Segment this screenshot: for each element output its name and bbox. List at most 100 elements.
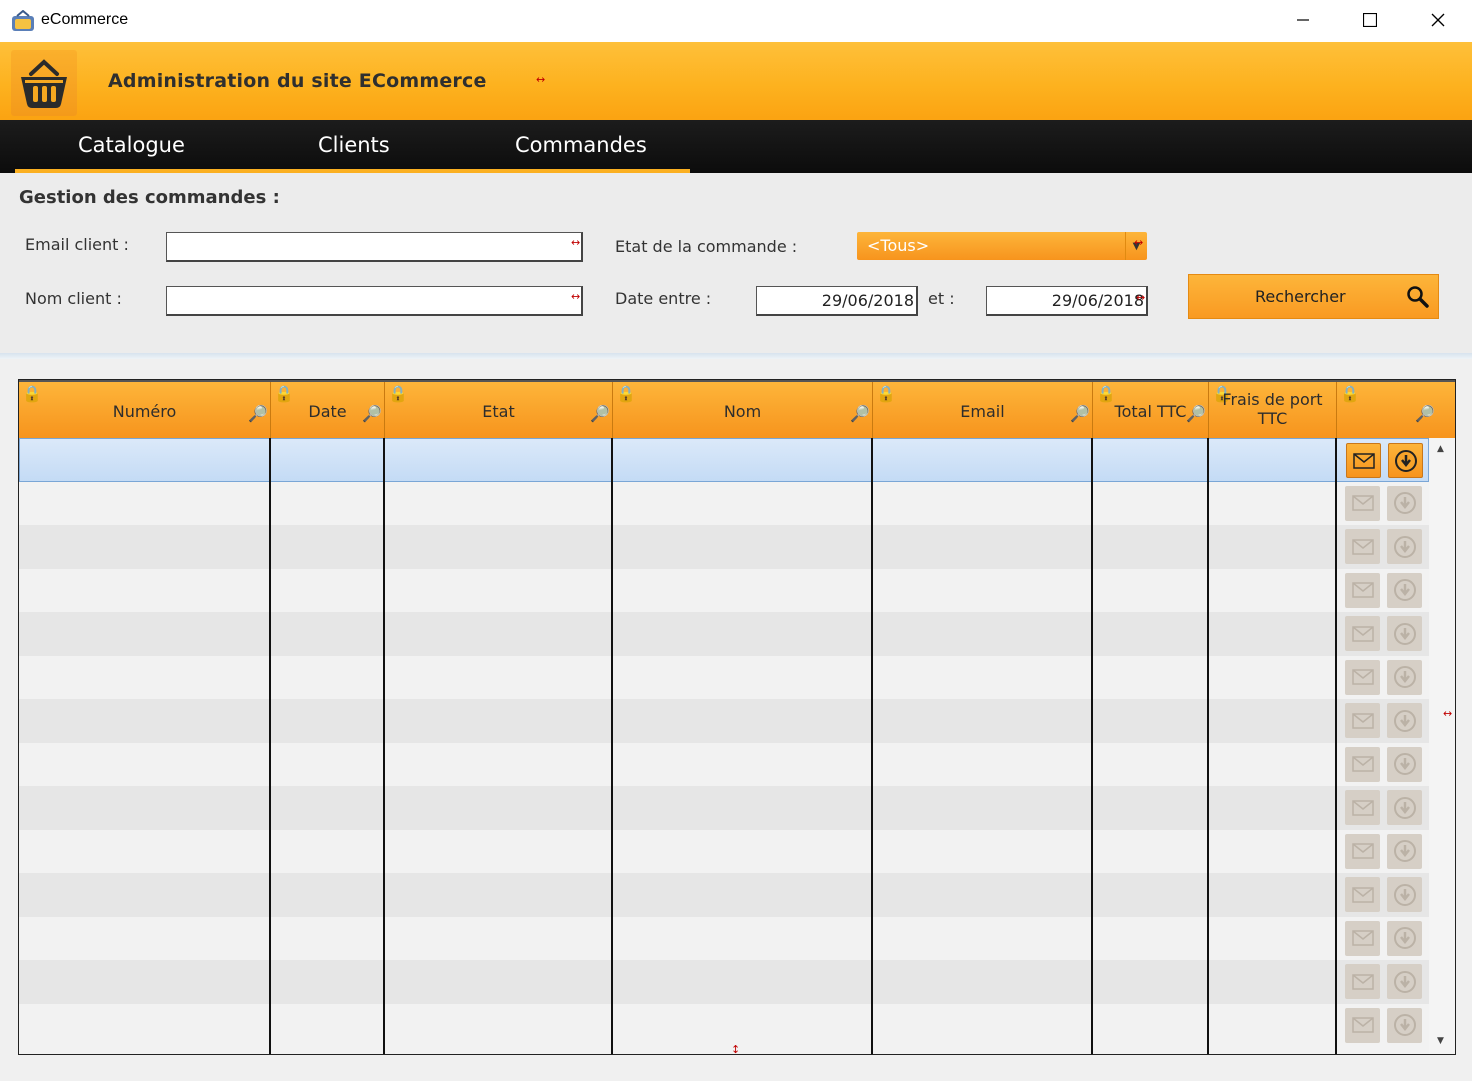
table-row[interactable] [19,873,1429,917]
scroll-up-icon[interactable]: ▲ [1437,444,1444,454]
download-circle-icon[interactable] [1387,746,1422,782]
row-actions [1338,439,1429,483]
date-to-field[interactable]: 29/06/2018 [986,286,1148,316]
download-circle-icon[interactable] [1387,833,1422,869]
envelope-icon[interactable] [1345,833,1380,869]
filter-magnifier-icon[interactable]: 🔎 [362,404,382,423]
table-row[interactable] [19,481,1429,526]
row-actions [1337,525,1429,569]
tab-clients[interactable]: Clients [318,133,390,157]
table-row[interactable] [19,829,1429,874]
row-actions [1337,482,1429,526]
envelope-icon[interactable] [1345,920,1380,956]
col-label: Numéro [112,402,177,421]
row-actions [1337,699,1429,743]
maximize-button[interactable] [1350,6,1390,34]
tab-catalogue[interactable]: Catalogue [78,133,185,157]
filter-magnifier-icon[interactable]: 🔎 [850,404,870,423]
anchor-marker: ↕ [731,1043,741,1056]
title-bar: eCommerce [0,0,1472,42]
row-actions [1337,569,1429,613]
nom-label: Nom client : [25,289,122,308]
email-field[interactable] [166,232,583,262]
col-label: Frais de port TTC [1222,390,1323,428]
download-circle-icon[interactable] [1387,877,1422,912]
etat-select[interactable]: <Tous> ▼ [857,232,1147,260]
tab-commandes[interactable]: Commandes [515,133,647,157]
close-button[interactable] [1418,6,1458,34]
envelope-icon[interactable] [1345,1007,1380,1043]
table-row[interactable] [19,742,1429,787]
lock-icon: 🔒 [1340,384,1360,403]
col-numero[interactable]: 🔒 Numéro 🔎 [19,382,271,440]
search-icon [1406,285,1430,313]
download-circle-icon[interactable] [1387,1007,1422,1043]
table-row[interactable] [19,655,1429,699]
col-frais-port[interactable]: 🔒 Frais de port TTC [1209,382,1337,440]
col-etat[interactable]: 🔒 Etat 🔎 [385,382,613,440]
anchor-marker: ↔ [1136,291,1146,304]
col-email[interactable]: 🔒 Email 🔎 [873,382,1093,440]
col-label: Etat [482,402,515,421]
download-circle-icon[interactable] [1387,572,1422,608]
app-icon [11,9,35,32]
download-circle-icon[interactable] [1387,616,1422,651]
download-circle-icon[interactable] [1387,485,1422,521]
row-actions [1337,743,1429,787]
anchor-marker: ↔ [571,236,581,249]
filter-magnifier-icon[interactable]: 🔎 [1070,404,1090,423]
scroll-down-icon[interactable]: ▼ [1437,1036,1444,1046]
col-nom[interactable]: 🔒 Nom 🔎 [613,382,873,440]
table-row[interactable] [19,960,1429,1004]
lock-icon: 🔒 [616,384,636,403]
envelope-icon[interactable] [1345,703,1380,738]
anchor-marker: ↔ [1134,236,1144,249]
envelope-icon[interactable] [1345,529,1380,564]
filter-magnifier-icon[interactable]: 🔎 [1186,404,1206,423]
row-actions [1337,873,1429,917]
download-circle-icon[interactable] [1387,659,1422,695]
table-row[interactable] [19,438,1429,482]
header-title: Administration du site ECommerce [108,70,487,92]
filter-magnifier-icon[interactable]: 🔎 [248,404,268,423]
search-button-label: Rechercher [1255,287,1346,306]
lock-icon: 🔒 [274,384,294,403]
lock-icon: 🔒 [388,384,408,403]
download-circle-icon[interactable] [1387,790,1422,825]
envelope-icon[interactable] [1345,485,1380,521]
col-total-ttc[interactable]: 🔒 Total TTC 🔎 [1093,382,1209,440]
envelope-icon[interactable] [1345,572,1380,608]
table-row[interactable] [19,525,1429,569]
col-date[interactable]: 🔒 Date 🔎 [271,382,385,440]
etat-label: Etat de la commande : [615,237,798,256]
download-circle-icon[interactable] [1387,703,1422,738]
envelope-icon[interactable] [1346,443,1381,478]
table-row[interactable] [19,1003,1429,1047]
table-row[interactable] [19,786,1429,830]
envelope-icon[interactable] [1345,616,1380,651]
table-row[interactable] [19,612,1429,656]
envelope-icon[interactable] [1345,790,1380,825]
nom-field[interactable] [166,286,583,316]
table-row[interactable] [19,568,1429,613]
download-circle-icon[interactable] [1388,443,1423,478]
envelope-icon[interactable] [1345,746,1380,782]
envelope-icon[interactable] [1345,877,1380,912]
date-from-field[interactable]: 29/06/2018 [756,286,918,316]
download-circle-icon[interactable] [1387,920,1422,956]
download-circle-icon[interactable] [1387,529,1422,564]
search-button[interactable]: Rechercher [1188,274,1439,319]
vertical-scrollbar[interactable]: ▲ ▼ [1429,438,1455,1054]
column-divider [611,438,613,1054]
row-actions [1337,830,1429,874]
col-actions[interactable]: 🔒 🔎 [1337,382,1455,440]
table-row[interactable] [19,699,1429,743]
download-circle-icon[interactable] [1387,964,1422,999]
column-divider [1207,438,1209,1054]
filter-magnifier-icon[interactable]: 🔎 [1415,404,1435,423]
minimize-button[interactable] [1283,6,1323,34]
envelope-icon[interactable] [1345,659,1380,695]
table-row[interactable] [19,916,1429,960]
envelope-icon[interactable] [1345,964,1380,999]
filter-magnifier-icon[interactable]: 🔎 [590,404,610,423]
